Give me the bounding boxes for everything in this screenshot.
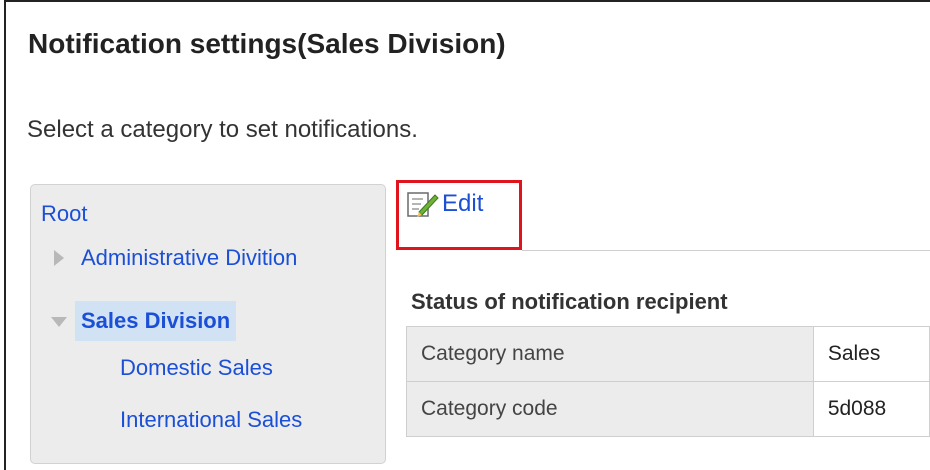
row-label: Category name: [406, 326, 814, 382]
status-table: Category name Sales Category code 5d088: [406, 326, 930, 437]
tree-node-sales-division: Sales Division: [51, 301, 237, 341]
tree-child-international-sales[interactable]: International Sales: [120, 407, 302, 433]
tree-node-label-selected[interactable]: Sales Division: [75, 301, 237, 341]
row-value: Sales: [812, 326, 930, 382]
tree-child-domestic-sales[interactable]: Domestic Sales: [120, 355, 273, 381]
expand-arrow-icon[interactable]: [51, 248, 67, 268]
instruction-text: Select a category to set notifications.: [27, 116, 418, 143]
section-title: Status of notification recipient: [411, 289, 728, 314]
edit-highlight-box: [396, 180, 522, 250]
tree-root-link[interactable]: Root: [41, 201, 87, 227]
tree-node-label[interactable]: Administrative Divition: [81, 245, 297, 271]
table-row: Category name Sales: [406, 326, 930, 382]
category-tree: Root Administrative Divition Sales Divis…: [30, 184, 386, 464]
table-row: Category code 5d088: [406, 381, 930, 437]
row-label: Category code: [406, 381, 814, 437]
toolbar-divider: [522, 250, 930, 251]
page-title: Notification settings(Sales Division): [28, 28, 506, 59]
tree-node-administrative: Administrative Divition: [51, 245, 297, 271]
collapse-arrow-icon[interactable]: [51, 311, 67, 331]
row-value: 5d088: [812, 381, 930, 437]
